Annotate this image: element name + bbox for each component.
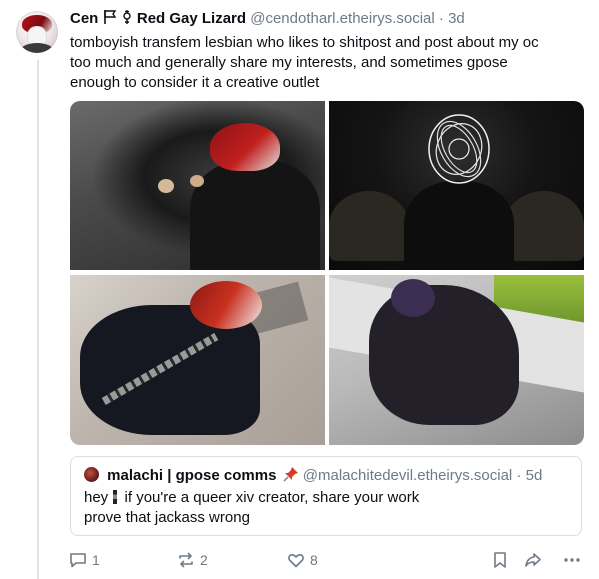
more-button[interactable] — [562, 549, 582, 571]
like-count: 8 — [310, 552, 318, 568]
repost-count: 2 — [200, 552, 208, 568]
gpose-image-4[interactable] — [329, 275, 584, 445]
post-header: Cen Red Gay Lizard @cendotharl.etheirys.… — [70, 9, 465, 31]
reply-count: 1 — [92, 552, 100, 568]
scribble-mask — [428, 114, 490, 184]
gpose-image-3[interactable] — [70, 275, 325, 445]
heart-icon — [286, 550, 306, 570]
share-icon — [523, 550, 543, 570]
quote-text-line: prove that jackass wrong — [84, 509, 250, 526]
quote-text-end: if you're a queer xiv creator, share you… — [124, 489, 420, 506]
gpose-image-2[interactable] — [329, 101, 584, 270]
avatar-body — [20, 43, 54, 53]
post-time[interactable]: 3d — [448, 10, 465, 27]
quote-post[interactable]: malachi | gpose comms @malachitedevil.et… — [70, 456, 582, 536]
post-text-line: enough to consider it a creative outlet — [70, 74, 320, 91]
transgender-symbol-icon — [121, 9, 133, 31]
image-figure-hair — [391, 279, 435, 317]
flag-emoji-icon — [113, 490, 118, 504]
repost-icon — [176, 550, 196, 570]
image-figure-hair — [210, 123, 280, 171]
image-figure-hand — [190, 175, 204, 187]
post-text-line: tomboyish transfem lesbian who likes to … — [70, 34, 539, 51]
image-figure — [190, 161, 320, 270]
image-figure-hair — [190, 281, 262, 329]
image-wing — [329, 191, 409, 261]
share-button[interactable] — [523, 549, 543, 571]
thread-line — [37, 60, 39, 579]
quote-text: hey if you're a queer xiv creator, share… — [84, 488, 419, 528]
post-text: tomboyish transfem lesbian who likes to … — [70, 33, 570, 93]
pin-icon — [283, 466, 299, 488]
image-figure — [369, 285, 519, 425]
avatar[interactable] — [16, 11, 58, 53]
quote-time[interactable]: 5d — [526, 467, 543, 484]
quote-text-line: hey if you're a queer xiv creator, share… — [84, 488, 419, 508]
display-name-suffix[interactable]: Red Gay Lizard — [137, 10, 246, 27]
reply-icon — [68, 550, 88, 570]
like-button[interactable]: 8 — [286, 549, 318, 571]
bookmark-icon — [490, 550, 510, 570]
quote-text-start: hey — [84, 489, 109, 506]
media-grid — [70, 101, 584, 445]
separator-dot: · — [516, 467, 522, 484]
separator-dot: · — [438, 10, 444, 27]
post-text-line: too much and generally share my interest… — [70, 54, 508, 71]
quote-display-name[interactable]: malachi | gpose comms — [107, 467, 276, 484]
more-icon — [562, 550, 582, 570]
quote-handle[interactable]: @malachitedevil.etheirys.social — [303, 467, 512, 484]
repost-button[interactable]: 2 — [176, 549, 208, 571]
bookmark-button[interactable] — [490, 549, 510, 571]
gpose-image-1[interactable] — [70, 101, 325, 270]
quote-header: malachi | gpose comms @malachitedevil.et… — [84, 466, 542, 488]
flag-icon — [103, 9, 117, 31]
post-actions: 1 2 8 — [68, 549, 588, 571]
display-name[interactable]: Cen — [70, 10, 98, 27]
reply-button[interactable]: 1 — [68, 549, 100, 571]
quote-avatar[interactable] — [84, 467, 99, 482]
post-handle[interactable]: @cendotharl.etheirys.social — [250, 10, 434, 27]
image-figure-hand — [158, 179, 174, 193]
image-figure — [404, 181, 514, 270]
image-wing — [504, 191, 584, 261]
